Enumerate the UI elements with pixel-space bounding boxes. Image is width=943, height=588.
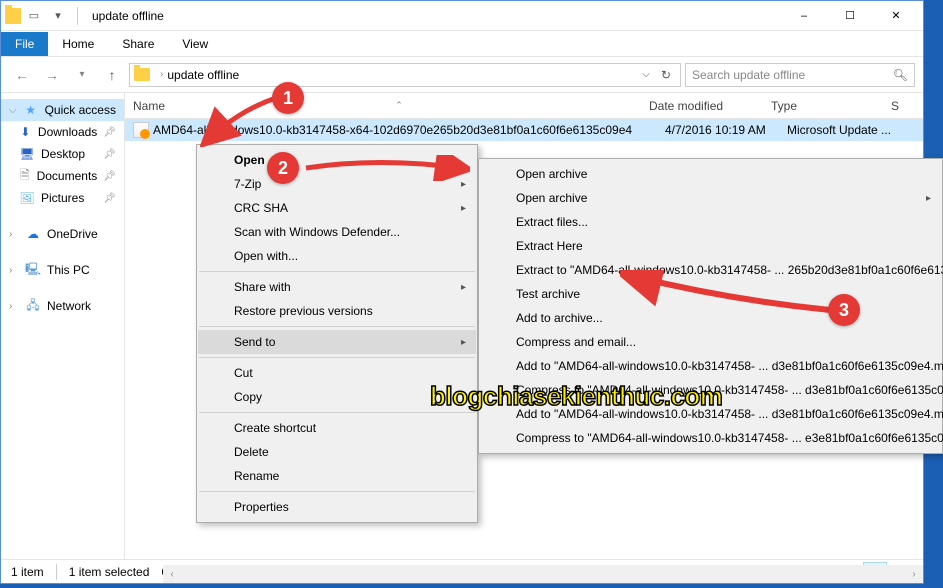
scroll-left-button[interactable]: ‹ (163, 565, 181, 583)
sort-arrow-icon: ⌃ (395, 100, 403, 111)
separator (77, 7, 78, 25)
forward-button[interactable]: → (39, 62, 65, 88)
cm-rename[interactable]: Rename (198, 464, 476, 488)
tab-share[interactable]: Share (108, 32, 168, 56)
pc-icon: 🖳 (25, 262, 41, 278)
col-header-type[interactable]: Type (763, 99, 883, 113)
pictures-icon: 🖼︎ (19, 190, 35, 206)
separator (56, 564, 57, 580)
maximize-button[interactable]: ☐ (827, 1, 873, 31)
qat-properties-icon[interactable]: ▭ (23, 5, 45, 27)
annotation-arrow-2 (300, 155, 470, 181)
chevron-right-icon: ▸ (926, 193, 931, 204)
context-menu: Open 7-Zip▸ CRC SHA▸ Scan with Windows D… (196, 144, 478, 523)
search-input[interactable]: Search update offline 🔍︎ (685, 63, 915, 87)
cm-delete[interactable]: Delete (198, 440, 476, 464)
separator (199, 357, 475, 358)
cm-crc-sha[interactable]: CRC SHA▸ (198, 196, 476, 220)
cm-create-shortcut[interactable]: Create shortcut (198, 416, 476, 440)
scroll-track[interactable] (181, 565, 905, 583)
search-icon[interactable]: 🔍︎ (893, 68, 908, 82)
close-button[interactable]: ✕ (873, 1, 919, 31)
cm-send-to[interactable]: Send to▸ (198, 330, 476, 354)
minimize-button[interactable]: – (781, 1, 827, 31)
annotation-badge-1: 1 (272, 82, 304, 114)
pin-icon: 📌︎ (103, 127, 116, 138)
search-placeholder: Search update offline (692, 68, 805, 82)
sidebar-item-pictures[interactable]: 🖼︎ Pictures 📌︎ (1, 187, 124, 209)
documents-icon: 🗎 (19, 168, 31, 184)
annotation-badge-3: 3 (828, 294, 860, 326)
up-button[interactable]: ↑ (99, 62, 125, 88)
file-type: Microsoft Update ... (779, 123, 899, 137)
sidebar-item-documents[interactable]: 🗎 Documents 📌︎ (1, 165, 124, 187)
status-selected: 1 item selected (69, 565, 150, 579)
folder-icon (5, 8, 21, 24)
file-tab[interactable]: File (1, 32, 48, 56)
file-date: 4/7/2016 10:19 AM (657, 123, 779, 137)
sm-extract-here[interactable]: Extract Here (480, 234, 941, 258)
sidebar-item-downloads[interactable]: ⬇ Downloads 📌︎ (1, 121, 124, 143)
sm-extract-files[interactable]: Extract files... (480, 210, 941, 234)
ribbon-tabs: File Home Share View (1, 31, 923, 57)
onedrive-icon: ☁ (25, 226, 41, 242)
refresh-button[interactable]: ↻ (656, 65, 676, 85)
cm-open-with[interactable]: Open with... (198, 244, 476, 268)
status-item-count: 1 item (11, 565, 44, 579)
folder-icon (134, 68, 150, 81)
scroll-right-button[interactable]: › (905, 565, 923, 583)
tab-view[interactable]: View (168, 32, 222, 56)
pin-icon: 📌︎ (103, 149, 116, 160)
chevron-right-icon: ▸ (461, 203, 466, 214)
chevron-right-icon: ▸ (461, 282, 466, 293)
separator (199, 271, 475, 272)
sidebar-network[interactable]: › 🖧 Network (1, 295, 124, 317)
separator (199, 491, 475, 492)
cm-properties[interactable]: Properties (198, 495, 476, 519)
separator (199, 326, 475, 327)
network-icon: 🖧 (25, 298, 41, 314)
sm-open-archive-as[interactable]: Open archive▸ (480, 186, 941, 210)
back-button[interactable]: ← (9, 62, 35, 88)
download-icon: ⬇ (19, 124, 32, 140)
sidebar-onedrive[interactable]: › ☁ OneDrive (1, 223, 124, 245)
col-header-date[interactable]: Date modified (641, 99, 763, 113)
dropdown-button[interactable]: ⌵ (636, 65, 656, 85)
sm-add-7z[interactable]: Add to "AMD64-all-windows10.0-kb3147458-… (480, 354, 941, 378)
address-bar[interactable]: › update offline ⌵ ↻ (129, 63, 681, 87)
annotation-arrow-3 (620, 270, 840, 320)
pin-icon: 📌︎ (103, 193, 116, 204)
watermark: blogchiasekienthuc.com (430, 381, 722, 412)
cm-scan-defender[interactable]: Scan with Windows Defender... (198, 220, 476, 244)
qat-newfolder-icon[interactable]: ▾ (47, 5, 69, 27)
qat: ▭ ▾ (5, 5, 84, 27)
cm-restore[interactable]: Restore previous versions (198, 299, 476, 323)
titlebar[interactable]: ▭ ▾ update offline – ☐ ✕ (1, 1, 923, 31)
cm-share-with[interactable]: Share with▸ (198, 275, 476, 299)
chevron-right-icon[interactable]: › (160, 69, 163, 80)
separator (199, 412, 475, 413)
sm-compress-zip-email[interactable]: Compress to "AMD64-all-windows10.0-kb314… (480, 426, 941, 450)
recent-button[interactable]: ▾ (69, 62, 95, 88)
star-icon: ★ (23, 102, 39, 118)
desktop-icon: 🖥︎ (19, 146, 35, 162)
window-title: update offline (92, 9, 164, 23)
chevron-right-icon: ▸ (461, 337, 466, 348)
tab-home[interactable]: Home (48, 32, 108, 56)
sm-compress-email[interactable]: Compress and email... (480, 330, 941, 354)
navbar: ← → ▾ ↑ › update offline ⌵ ↻ Search upda… (1, 57, 923, 93)
window-controls: – ☐ ✕ (781, 1, 919, 31)
horizontal-scrollbar[interactable]: ‹ › (163, 565, 923, 583)
annotation-arrow-1 (200, 92, 282, 147)
sidebar-quick-access[interactable]: ⌵ ★ Quick access (1, 99, 124, 121)
msu-file-icon (133, 122, 149, 138)
col-header-size[interactable]: S (883, 99, 923, 113)
sidebar-thispc[interactable]: › 🖳 This PC (1, 259, 124, 281)
pin-icon: 📌︎ (103, 171, 116, 182)
nav-pane: ⌵ ★ Quick access ⬇ Downloads 📌︎ 🖥︎ Deskt… (1, 93, 125, 559)
annotation-badge-2: 2 (267, 152, 299, 184)
sm-open-archive[interactable]: Open archive (480, 162, 941, 186)
address-segment[interactable]: update offline (167, 68, 239, 82)
sidebar-item-desktop[interactable]: 🖥︎ Desktop 📌︎ (1, 143, 124, 165)
